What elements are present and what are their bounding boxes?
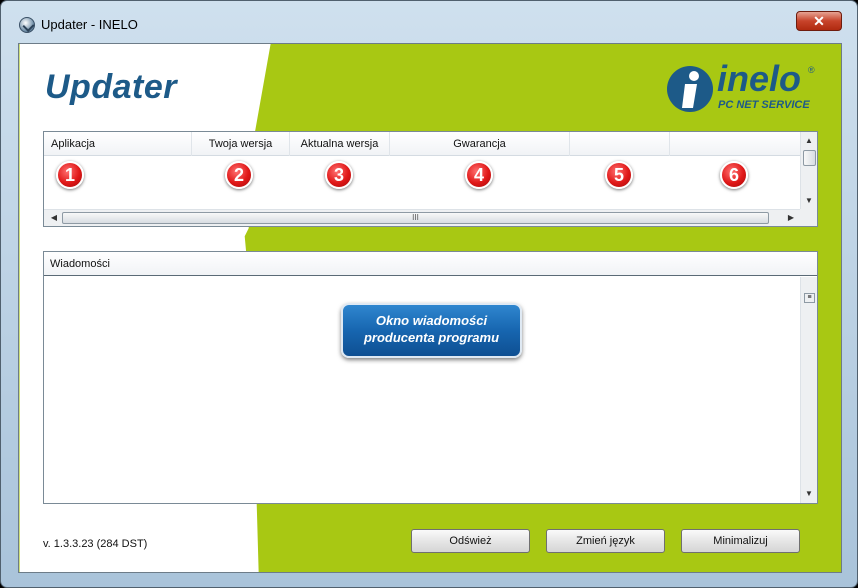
badge-2: 2 bbox=[225, 161, 253, 189]
window-frame: Updater - INELO ✕ Updater inelo ® PC NET… bbox=[0, 0, 858, 588]
window-title: Updater - INELO bbox=[41, 17, 138, 32]
scroll-right-arrow-icon[interactable]: ▶ bbox=[783, 210, 799, 226]
messages-vertical-scrollbar[interactable]: ≡ ▼ bbox=[800, 277, 817, 503]
grid-vertical-scrollbar[interactable]: ▲ ▼ bbox=[800, 132, 817, 210]
column-header-6[interactable] bbox=[670, 132, 801, 156]
grid-horizontal-scrollbar[interactable]: ◀ III ▶ bbox=[44, 209, 801, 226]
messages-panel[interactable]: Wiadomości ≡ ▼ Okno wiadomości producent… bbox=[43, 251, 818, 504]
badge-5: 5 bbox=[605, 161, 633, 189]
title-bar[interactable]: Updater - INELO ✕ bbox=[1, 1, 857, 37]
refresh-button[interactable]: Odśwież bbox=[411, 529, 530, 553]
column-header-your-version[interactable]: Twoja wersja bbox=[192, 132, 290, 156]
logo-subtitle: PC NET SERVICE bbox=[718, 99, 810, 111]
app-icon bbox=[19, 17, 35, 33]
scroll-down-arrow-icon[interactable]: ▼ bbox=[801, 487, 817, 501]
logo-word: inelo bbox=[717, 58, 802, 99]
column-header-current-version[interactable]: Aktualna wersja bbox=[290, 132, 390, 156]
badge-1: 1 bbox=[56, 161, 84, 189]
version-label: v. 1.3.3.23 (284 DST) bbox=[43, 538, 148, 550]
scroll-thumb[interactable] bbox=[803, 150, 816, 166]
column-header-application[interactable]: Aplikacja bbox=[44, 132, 192, 156]
scroll-corner bbox=[800, 209, 817, 226]
column-header-warranty[interactable]: Gwarancja bbox=[390, 132, 570, 156]
logo-mark-icon bbox=[667, 66, 713, 112]
horizontal-scroll-thumb[interactable]: III bbox=[62, 212, 769, 224]
close-icon: ✕ bbox=[813, 13, 825, 29]
scroll-grip-icon: III bbox=[412, 213, 419, 222]
minimize-button[interactable]: Minimalizuj bbox=[681, 529, 800, 553]
grid-header: Aplikacja Twoja wersja Aktualna wersja G… bbox=[44, 132, 801, 156]
close-button[interactable]: ✕ bbox=[796, 11, 842, 31]
column-header-5[interactable] bbox=[570, 132, 670, 156]
change-language-button[interactable]: Zmień język bbox=[546, 529, 665, 553]
registered-mark: ® bbox=[808, 65, 815, 75]
messages-header: Wiadomości bbox=[44, 252, 817, 276]
app-title: Updater bbox=[45, 68, 177, 106]
scroll-up-arrow-icon[interactable]: ▲ bbox=[801, 134, 817, 148]
inelo-logo: inelo ® PC NET SERVICE bbox=[665, 58, 825, 118]
badge-6: 6 bbox=[720, 161, 748, 189]
applications-grid[interactable]: Aplikacja Twoja wersja Aktualna wersja G… bbox=[43, 131, 818, 227]
badge-3: 3 bbox=[325, 161, 353, 189]
scroll-left-arrow-icon[interactable]: ◀ bbox=[46, 210, 62, 226]
badge-4: 4 bbox=[465, 161, 493, 189]
producer-message-callout: Okno wiadomości producenta programu bbox=[341, 303, 522, 358]
client-area: Updater inelo ® PC NET SERVICE Aplikacja… bbox=[18, 43, 842, 573]
scroll-grip-icon[interactable]: ≡ bbox=[804, 293, 815, 303]
scroll-down-arrow-icon[interactable]: ▼ bbox=[801, 194, 817, 208]
